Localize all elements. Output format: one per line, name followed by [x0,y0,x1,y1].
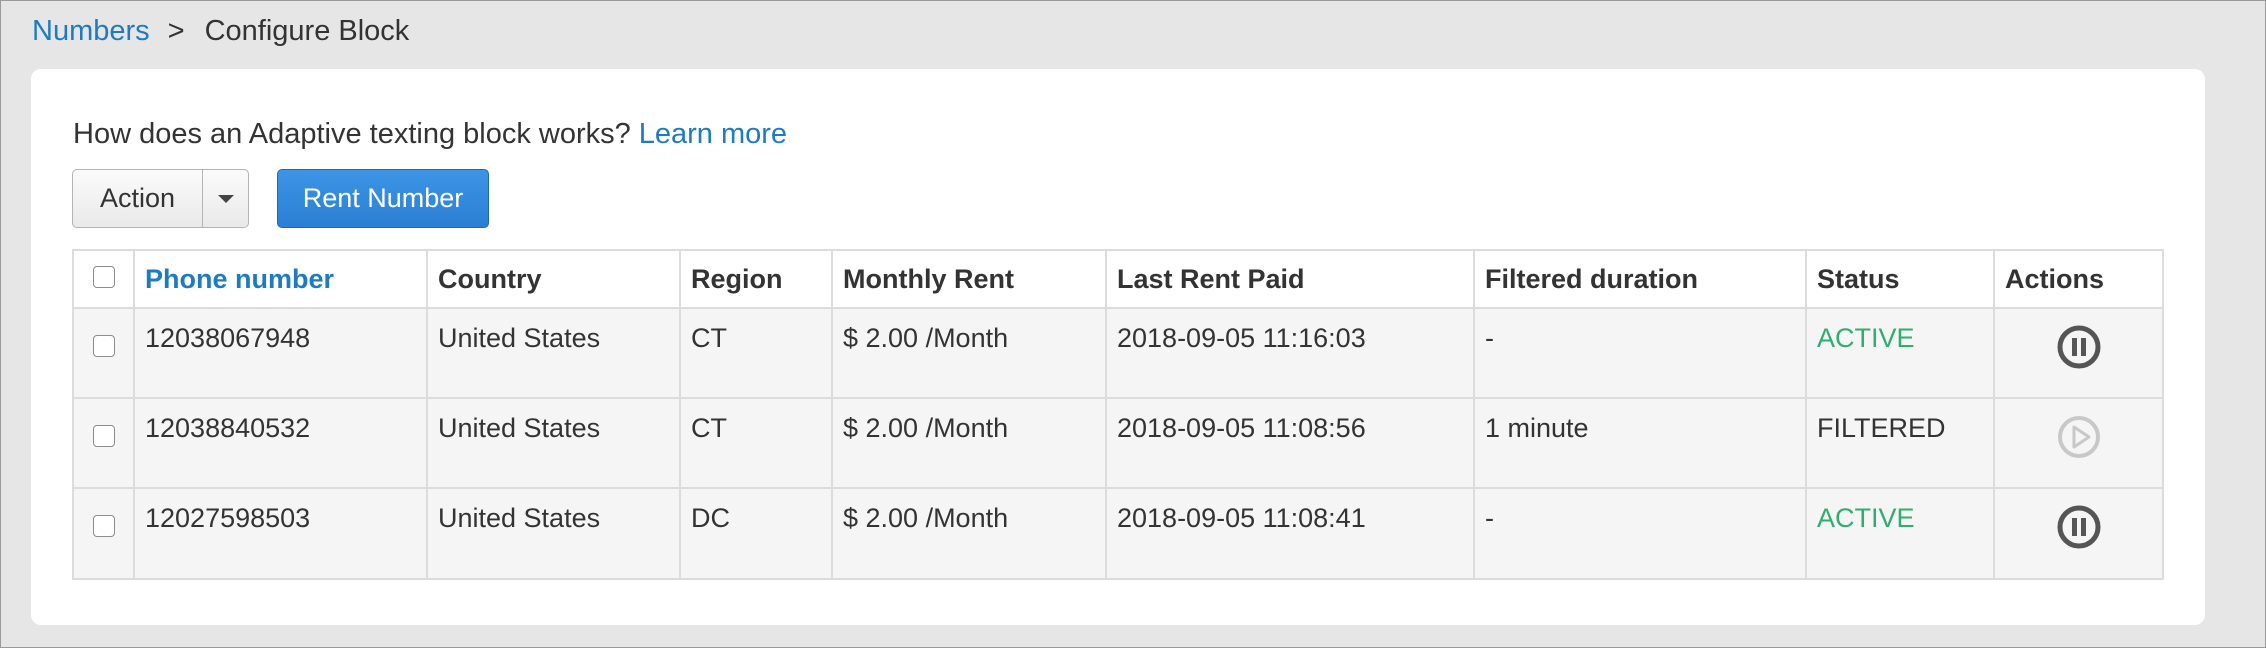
cell-actions [1993,487,2162,578]
cell-filtered-duration: - [1473,487,1806,578]
action-split-button: Action [72,169,249,228]
row-select-cell [74,397,134,488]
breadcrumb: Numbers > Configure Block [32,9,409,53]
row-checkbox[interactable] [92,425,115,447]
pause-icon[interactable] [2057,325,2101,376]
action-button[interactable]: Action [73,170,203,227]
intro-question: How does an Adaptive texting block works… [73,117,631,150]
cell-filtered-duration: - [1473,307,1806,398]
learn-more-link[interactable]: Learn more [639,118,787,151]
cell-status: ACTIVE [1805,307,1994,398]
content-card: How does an Adaptive texting block works… [31,69,2205,625]
select-all-checkbox[interactable] [92,265,115,288]
rent-number-button[interactable]: Rent Number [277,169,489,228]
cell-last-rent-paid: 2018-09-05 11:08:56 [1105,397,1474,488]
cell-monthly-rent: $ 2.00 /Month [831,487,1106,578]
breadcrumb-numbers-link[interactable]: Numbers [32,15,150,48]
table-row: 12027598503 United States DC $ 2.00 /Mon… [74,487,2162,578]
numbers-table: Phone number Country Region Monthly Rent… [72,249,2164,580]
table-row: 12038840532 United States CT $ 2.00 /Mon… [74,397,2162,488]
cell-monthly-rent: $ 2.00 /Month [831,307,1106,398]
cell-status: ACTIVE [1805,487,1994,578]
toolbar: Action Rent Number [72,169,489,228]
cell-country: United States [426,487,680,578]
cell-region: DC [679,487,832,578]
row-select-cell [74,307,134,398]
header-status: Status [1805,251,1994,309]
action-dropdown-toggle[interactable] [203,170,248,227]
row-select-cell [74,487,134,578]
row-checkbox[interactable] [92,515,115,537]
cell-last-rent-paid: 2018-09-05 11:16:03 [1105,307,1474,398]
table-row: 12038067948 United States CT $ 2.00 /Mon… [74,307,2162,398]
cell-region: CT [679,397,832,488]
cell-actions [1993,397,2162,488]
play-icon[interactable] [2057,415,2101,466]
cell-phone-number: 12038840532 [133,397,427,488]
cell-last-rent-paid: 2018-09-05 11:08:41 [1105,487,1474,578]
header-monthly-rent: Monthly Rent [831,251,1106,309]
table-header-row: Phone number Country Region Monthly Rent… [74,251,2162,309]
pause-icon[interactable] [2057,505,2101,556]
breadcrumb-separator: > [167,14,185,47]
header-country: Country [426,251,680,309]
cell-phone-number: 12027598503 [133,487,427,578]
header-last-rent-paid: Last Rent Paid [1105,251,1474,309]
cell-status: FILTERED [1805,397,1994,488]
cell-actions [1993,307,2162,398]
cell-country: United States [426,397,680,488]
cell-region: CT [679,307,832,398]
row-checkbox[interactable] [92,335,115,357]
intro-text: How does an Adaptive texting block works… [73,109,787,159]
breadcrumb-current: Configure Block [204,14,410,47]
header-region: Region [679,251,832,309]
caret-down-icon [217,194,234,203]
cell-country: United States [426,307,680,398]
header-filtered-duration: Filtered duration [1473,251,1806,309]
header-phone-number[interactable]: Phone number [133,251,427,309]
cell-monthly-rent: $ 2.00 /Month [831,397,1106,488]
cell-filtered-duration: 1 minute [1473,397,1806,488]
select-all-header [74,251,134,309]
cell-phone-number: 12038067948 [133,307,427,398]
header-actions: Actions [1993,251,2162,309]
